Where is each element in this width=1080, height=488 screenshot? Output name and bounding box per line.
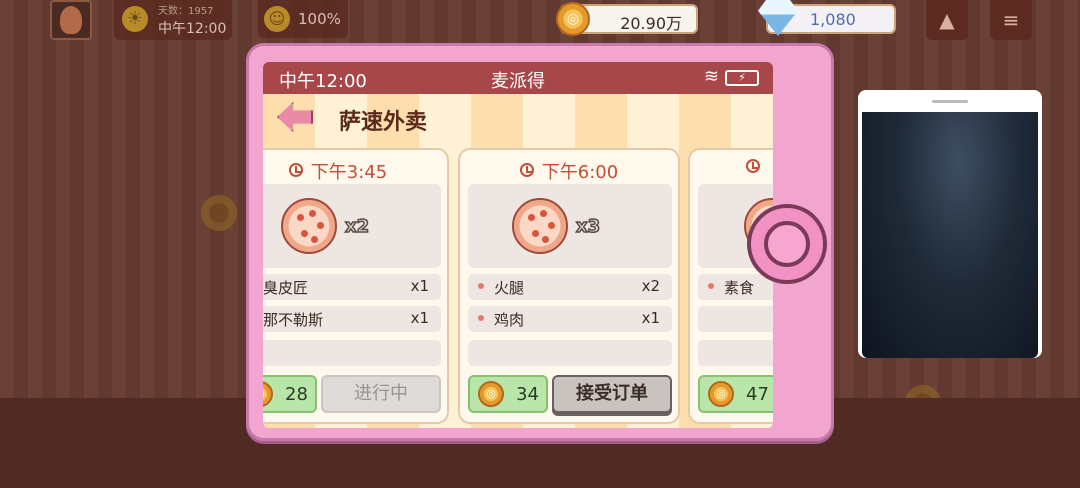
topping-row: 火腿 x2: [468, 274, 672, 300]
tablet-screen: 中午12:00 麦派得 ≋ ⚡ 萨速外卖 下午3:45 x2 臭皮匠 x1 那不…: [263, 62, 773, 428]
pizza-quantity: x2: [344, 215, 370, 238]
coin-balance[interactable]: ◎ 20.90万: [556, 2, 698, 36]
drag-handle[interactable]: [932, 100, 968, 103]
empty-topping-row: [263, 340, 441, 366]
back-arrow-icon: [277, 102, 313, 132]
back-button[interactable]: [277, 102, 313, 134]
chevron-up-icon: ▲: [939, 8, 955, 32]
pizza-summary: x2: [263, 184, 441, 268]
bullet-icon: [708, 283, 714, 289]
smiley-icon: ☺: [264, 6, 290, 32]
reward-badge: ◎ 28: [263, 375, 317, 413]
pizza-quantity: x3: [575, 215, 601, 238]
hamburger-menu-icon: ≡: [1002, 8, 1020, 32]
topping-row: 臭皮匠 x1: [263, 274, 441, 300]
topping-name: 臭皮匠: [263, 279, 309, 297]
topping-row: 鸡肉 x1: [468, 306, 672, 332]
battery-icon: ⚡: [725, 70, 759, 86]
coin-icon: ◎: [556, 2, 590, 36]
game-time: 中午12:00: [158, 21, 227, 37]
app-header: 萨速外卖: [263, 94, 773, 144]
day-count: 天数：1957: [158, 6, 214, 17]
reward-value: 34: [516, 384, 539, 405]
happiness-value: 100%: [298, 10, 341, 28]
coin-icon: ◎: [708, 381, 734, 407]
pizza-summary: x3: [468, 184, 672, 268]
avatar-face-icon: [60, 6, 82, 34]
reward-badge: ◎ 34: [468, 375, 548, 413]
topping-name: 那不勒斯: [263, 311, 324, 329]
topping-qty: x1: [641, 309, 660, 327]
topping-qty: x1: [410, 277, 429, 295]
menu-button[interactable]: ≡: [990, 0, 1032, 40]
topping-name: 素食: [724, 279, 755, 297]
player-avatar[interactable]: [50, 0, 92, 40]
delivery-time: 下午6:00: [460, 158, 678, 184]
pizza-icon: [281, 198, 337, 254]
sun-icon: ☀: [122, 6, 148, 32]
happiness-panel: ☺ 100%: [258, 0, 348, 38]
order-card: 下午3:45 x2 臭皮匠 x1 那不勒斯 x1 ◎ 28: [263, 148, 449, 424]
order-card: 素食 ◎ 47: [688, 148, 773, 424]
empty-topping-row: [698, 306, 773, 332]
coin-icon: ◎: [263, 381, 273, 407]
delivery-time: 下午3:45: [263, 158, 447, 184]
topping-qty: x1: [410, 309, 429, 327]
coin-value: 20.90万: [620, 14, 682, 33]
pizza-icon: [512, 198, 568, 254]
topping-name: 鸡肉: [494, 311, 525, 329]
order-card: 下午6:00 x3 火腿 x2 鸡肉 x1 ◎ 34 接受订单: [458, 148, 680, 424]
empty-topping-row: [698, 340, 773, 366]
wifi-icon: ≋: [703, 66, 719, 87]
status-title: 麦派得: [491, 71, 545, 92]
topping-row: 素食: [698, 274, 773, 300]
clock-icon: [288, 163, 303, 177]
day-time-panel: ☀ 天数：1957 中午12:00: [114, 0, 232, 40]
ad-image: [862, 112, 1038, 358]
clock-icon: [519, 163, 534, 177]
bullet-icon: [478, 315, 484, 321]
tablet-device: 中午12:00 麦派得 ≋ ⚡ 萨速外卖 下午3:45 x2 臭皮匠 x1 那不…: [246, 43, 834, 441]
in-progress-button[interactable]: 进行中: [321, 375, 441, 413]
delivery-time-label: 下午3:45: [310, 162, 388, 183]
topping-row: 那不勒斯 x1: [263, 306, 441, 332]
gem-balance[interactable]: 1,080: [758, 0, 896, 36]
collapse-hud-button[interactable]: ▲: [926, 0, 968, 40]
bullet-icon: [478, 283, 484, 289]
gem-value: 1,080: [810, 10, 856, 29]
reward-badge: ◎ 47: [698, 375, 773, 413]
ad-panel[interactable]: [858, 90, 1042, 358]
coin-icon: ◎: [478, 381, 504, 407]
reward-value: 28: [285, 384, 308, 405]
delivery-time-label: 下午6:00: [541, 162, 619, 183]
status-bar: 中午12:00 麦派得 ≋ ⚡: [263, 62, 773, 94]
delivery-time: [690, 158, 773, 179]
accept-order-button[interactable]: 接受订单: [552, 375, 672, 413]
home-ring-icon: [764, 221, 810, 267]
reward-value: 47: [746, 384, 769, 405]
clock-icon: [746, 159, 760, 173]
empty-topping-row: [468, 340, 672, 366]
tablet-home-button[interactable]: [747, 204, 827, 284]
app-title: 萨速外卖: [339, 110, 428, 135]
topping-qty: x2: [641, 277, 660, 295]
topping-name: 火腿: [494, 279, 525, 297]
